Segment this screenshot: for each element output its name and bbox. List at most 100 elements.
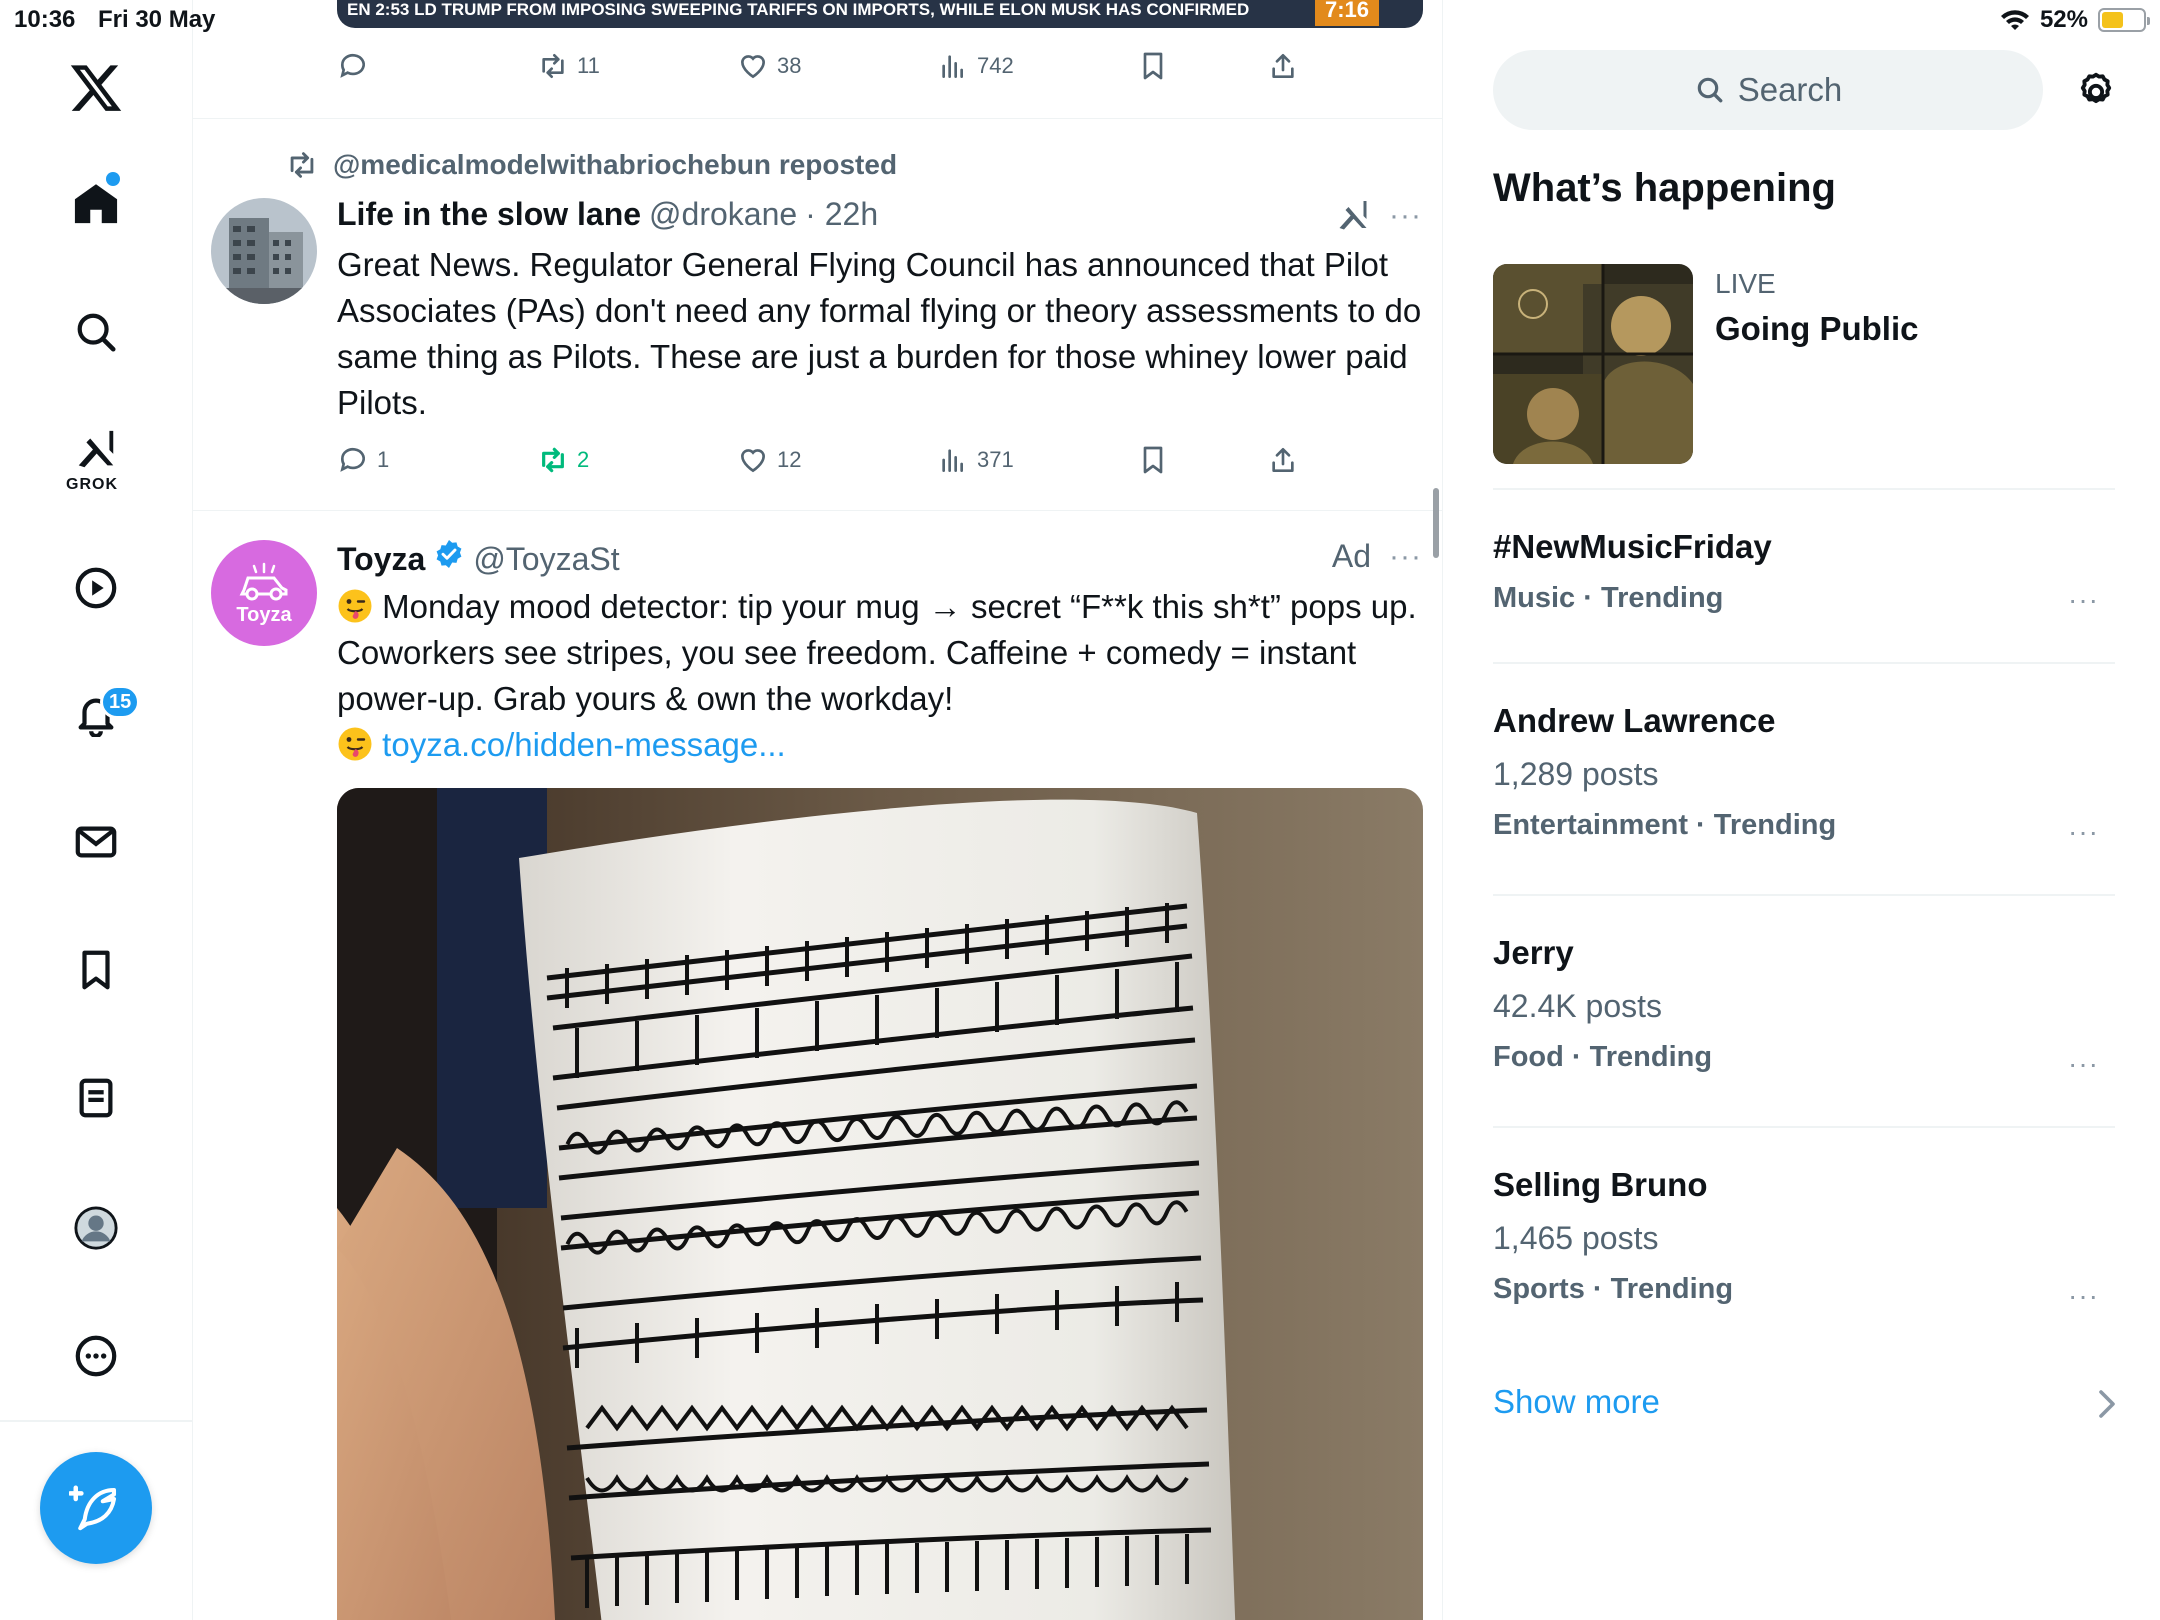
more-options-icon[interactable]: ···	[1389, 540, 1422, 574]
trend-more-icon[interactable]: ···	[2068, 816, 2099, 848]
repost-label: @medicalmodelwithabriochebun reposted	[333, 149, 898, 180]
trend-title: #NewMusicFriday	[1493, 528, 1772, 565]
sidebar-divider	[1493, 662, 2115, 664]
x-logo-icon[interactable]	[68, 60, 124, 116]
winking-tongue-emoji-icon	[338, 589, 372, 623]
timeline-feed: EN 2:53 LD TRUMP FROM IMPOSING SWEEPING …	[193, 0, 1443, 1620]
bookmark-icon	[1143, 52, 1163, 80]
mail-icon	[75, 826, 117, 858]
repost-icon	[542, 54, 564, 78]
home-icon	[74, 184, 118, 224]
live-tag: LIVE	[1715, 268, 1776, 299]
sidebar-divider	[1493, 1126, 2115, 1128]
settings-gear-icon[interactable]	[2073, 68, 2119, 114]
trend-more-icon[interactable]: ···	[2068, 1048, 2099, 1080]
tweet-header: Toyza @ToyzaSt	[337, 538, 620, 578]
trend-item[interactable]: Jerry 42.4K posts Food · Trending ···	[1493, 934, 2115, 1079]
view-count: 742	[977, 53, 1014, 78]
tweet-text: Great News. Regulator General Flying Cou…	[337, 246, 1422, 421]
nav-grok[interactable]	[60, 420, 132, 480]
like-count: 38	[777, 53, 802, 78]
trend-more-icon[interactable]: ···	[2068, 1280, 2099, 1312]
share-icon	[1272, 448, 1294, 472]
verified-badge-icon	[436, 540, 462, 568]
video-icon	[75, 567, 117, 609]
trend-item[interactable]: Selling Bruno 1,465 posts Sports · Trend…	[1493, 1166, 2115, 1311]
ad-label: Ad	[1331, 538, 1372, 574]
nav-home[interactable]	[60, 168, 132, 240]
nav-messages[interactable]	[60, 806, 132, 878]
nav-lists[interactable]	[60, 1062, 132, 1134]
feed-scrollbar[interactable]	[1433, 488, 1439, 558]
bookmark-button[interactable]	[1137, 50, 1169, 82]
reply-count: 1	[377, 447, 390, 472]
repost-button[interactable]: 11	[537, 50, 600, 82]
search-icon	[1697, 77, 1723, 103]
avatar-brand-text: Toyza	[236, 603, 292, 626]
repost-button[interactable]: 2	[537, 444, 589, 476]
tweet-actions: 11 38 742	[337, 50, 1423, 90]
ad-link[interactable]: toyza.co/hidden-message...	[382, 726, 786, 763]
nav-more[interactable]	[60, 1320, 132, 1392]
more-circle-icon	[75, 1335, 117, 1377]
trend-more-icon[interactable]: ···	[2068, 584, 2099, 616]
nav-explore[interactable]	[60, 296, 132, 368]
views-button[interactable]: 371	[937, 444, 1014, 476]
feed-divider	[193, 510, 1442, 511]
toy-car-icon	[239, 562, 288, 600]
chevron-right-icon[interactable]	[2095, 1388, 2119, 1420]
author-handle[interactable]: @drokane	[649, 196, 797, 233]
trend-item[interactable]: Andrew Lawrence 1,289 posts Entertainmen…	[1493, 702, 2115, 847]
like-button[interactable]: 12	[737, 444, 801, 476]
trend-item[interactable]: #NewMusicFriday Music · Trending ···	[1493, 528, 2115, 615]
more-options-icon[interactable]: ···	[1389, 199, 1422, 233]
repost-count: 2	[577, 447, 590, 472]
sidebar-divider	[1493, 488, 2115, 490]
repost-attribution[interactable]: @medicalmodelwithabriochebun reposted	[285, 148, 897, 182]
show-more-link[interactable]: Show more	[1493, 1383, 1660, 1421]
grok-icon	[78, 430, 114, 468]
ad-text: Monday mood detector: tip your mug → sec…	[337, 588, 1417, 717]
tweet-text: Monday mood detector: tip your mug → sec…	[337, 584, 1423, 768]
profile-icon	[74, 1206, 118, 1250]
battery-percent: 52%	[2039, 6, 2088, 33]
winking-tongue-emoji-icon	[338, 727, 372, 761]
wifi-icon	[2000, 10, 2029, 30]
views-button[interactable]: 742	[937, 50, 1014, 82]
avatar[interactable]: Toyza	[211, 540, 317, 646]
search-placeholder: Search	[1737, 71, 1843, 108]
share-button[interactable]	[1267, 444, 1299, 476]
reply-icon	[340, 53, 365, 78]
search-input[interactable]: Search	[1493, 50, 2043, 130]
author-handle[interactable]: @ToyzaSt	[473, 541, 619, 578]
nav-video[interactable]	[60, 552, 132, 624]
live-event-thumbnail[interactable]	[1493, 264, 1693, 464]
tweet-time[interactable]: · 22h	[805, 196, 878, 233]
share-button[interactable]	[1267, 50, 1299, 82]
search-icon	[77, 313, 116, 352]
trend-meta: Entertainment · Trending	[1493, 809, 1837, 841]
heart-icon	[740, 55, 766, 79]
author-name[interactable]: Life in the slow lane	[337, 196, 641, 233]
repost-icon	[542, 447, 564, 473]
author-name[interactable]: Toyza	[337, 541, 425, 578]
like-button[interactable]: 38	[737, 50, 801, 82]
trend-posts: 42.4K posts	[1493, 988, 1662, 1024]
nav-profile[interactable]	[60, 1192, 132, 1264]
live-event-title[interactable]: Going Public	[1715, 310, 1919, 348]
grok-icon[interactable]	[1335, 198, 1371, 234]
feed-divider	[193, 118, 1442, 119]
compose-post-button[interactable]	[40, 1452, 152, 1564]
avatar[interactable]	[211, 198, 317, 304]
reply-button[interactable]: 1	[337, 444, 389, 476]
mug-image	[337, 788, 1423, 1620]
ad-media-image[interactable]	[337, 788, 1423, 1620]
trend-meta: Food · Trending	[1493, 1041, 1713, 1073]
reply-button[interactable]	[337, 50, 369, 82]
nav-bookmarks[interactable]	[60, 934, 132, 1006]
status-time: 10:36	[14, 6, 76, 33]
trend-meta: Sports · Trending	[1493, 1273, 1734, 1305]
reply-icon	[340, 447, 365, 472]
share-icon	[1272, 54, 1294, 78]
bookmark-button[interactable]	[1137, 444, 1169, 476]
